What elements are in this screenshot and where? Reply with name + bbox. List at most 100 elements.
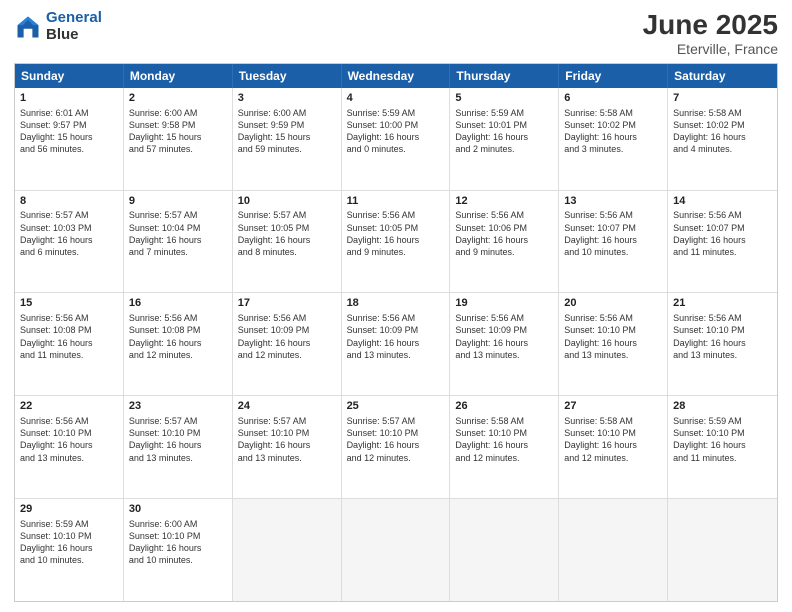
logo-line1: General	[46, 9, 102, 26]
calendar-cell: 4Sunrise: 5:59 AMSunset: 10:00 PMDayligh…	[342, 88, 451, 190]
day-info: Sunrise: 5:56 AMSunset: 10:09 PMDaylight…	[347, 312, 445, 361]
day-info: Sunrise: 5:56 AMSunset: 10:08 PMDaylight…	[129, 312, 227, 361]
page-header: General Blue June 2025 Eterville, France	[14, 10, 778, 57]
calendar-header: SundayMondayTuesdayWednesdayThursdayFrid…	[15, 64, 777, 88]
day-number: 26	[455, 399, 553, 414]
day-number: 5	[455, 91, 553, 106]
day-info: Sunrise: 5:56 AMSunset: 10:10 PMDaylight…	[20, 415, 118, 464]
day-number: 20	[564, 296, 662, 311]
day-number: 3	[238, 91, 336, 106]
day-number: 10	[238, 194, 336, 209]
day-number: 7	[673, 91, 772, 106]
day-number: 27	[564, 399, 662, 414]
day-number: 4	[347, 91, 445, 106]
calendar-cell: 27Sunrise: 5:58 AMSunset: 10:10 PMDaylig…	[559, 396, 668, 498]
calendar-cell	[450, 499, 559, 601]
calendar-cell: 20Sunrise: 5:56 AMSunset: 10:10 PMDaylig…	[559, 293, 668, 395]
calendar-cell: 1Sunrise: 6:01 AMSunset: 9:57 PMDaylight…	[15, 88, 124, 190]
day-number: 29	[20, 502, 118, 517]
calendar-cell: 2Sunrise: 6:00 AMSunset: 9:58 PMDaylight…	[124, 88, 233, 190]
calendar-cell	[342, 499, 451, 601]
day-info: Sunrise: 5:59 AMSunset: 10:01 PMDaylight…	[455, 107, 553, 156]
day-info: Sunrise: 5:58 AMSunset: 10:02 PMDaylight…	[564, 107, 662, 156]
main-title: June 2025	[643, 10, 778, 41]
calendar-cell: 29Sunrise: 5:59 AMSunset: 10:10 PMDaylig…	[15, 499, 124, 601]
day-number: 22	[20, 399, 118, 414]
calendar: SundayMondayTuesdayWednesdayThursdayFrid…	[14, 63, 778, 602]
calendar-cell: 9Sunrise: 5:57 AMSunset: 10:04 PMDayligh…	[124, 191, 233, 293]
calendar-row: 15 Sunrise: 5:56 AMSunset: 10:08 PMDaylig…	[15, 293, 777, 396]
calendar-cell: 21Sunrise: 5:56 AMSunset: 10:10 PMDaylig…	[668, 293, 777, 395]
day-info: Sunrise: 5:57 AMSunset: 10:10 PMDaylight…	[238, 415, 336, 464]
calendar-row: 22Sunrise: 5:56 AMSunset: 10:10 PMDaylig…	[15, 396, 777, 499]
day-info: Sunrise: 6:00 AMSunset: 10:10 PMDaylight…	[129, 518, 227, 567]
calendar-cell: 25Sunrise: 5:57 AMSunset: 10:10 PMDaylig…	[342, 396, 451, 498]
calendar-row: 8Sunrise: 5:57 AMSunset: 10:03 PMDayligh…	[15, 191, 777, 294]
day-info: Sunrise: 5:59 AMSunset: 10:00 PMDaylight…	[347, 107, 445, 156]
day-info: Sunrise: 5:56 AMSunset: 10:07 PMDaylight…	[673, 209, 772, 258]
calendar-cell: 13Sunrise: 5:56 AMSunset: 10:07 PMDaylig…	[559, 191, 668, 293]
header-day-tuesday: Tuesday	[233, 64, 342, 88]
day-number: 15	[20, 296, 118, 311]
calendar-cell: 17Sunrise: 5:56 AMSunset: 10:09 PMDaylig…	[233, 293, 342, 395]
calendar-cell: 30Sunrise: 6:00 AMSunset: 10:10 PMDaylig…	[124, 499, 233, 601]
day-number: 28	[673, 399, 772, 414]
day-number: 14	[673, 194, 772, 209]
logo-line2: Blue	[46, 27, 102, 44]
logo-text: General Blue	[46, 10, 102, 43]
day-info: Sunrise: 5:56 AMSunset: 10:09 PMDaylight…	[455, 312, 553, 361]
calendar-row: 1Sunrise: 6:01 AMSunset: 9:57 PMDaylight…	[15, 88, 777, 191]
calendar-row: 29Sunrise: 5:59 AMSunset: 10:10 PMDaylig…	[15, 499, 777, 601]
day-number: 1	[20, 91, 118, 106]
day-info: Sunrise: 5:57 AMSunset: 10:03 PMDaylight…	[20, 209, 118, 258]
day-info: Sunrise: 5:57 AMSunset: 10:04 PMDaylight…	[129, 209, 227, 258]
day-info: Sunrise: 6:01 AMSunset: 9:57 PMDaylight:…	[20, 107, 118, 156]
calendar-cell: 22Sunrise: 5:56 AMSunset: 10:10 PMDaylig…	[15, 396, 124, 498]
calendar-cell: 12Sunrise: 5:56 AMSunset: 10:06 PMDaylig…	[450, 191, 559, 293]
header-day-friday: Friday	[559, 64, 668, 88]
day-number: 12	[455, 194, 553, 209]
calendar-body: 1Sunrise: 6:01 AMSunset: 9:57 PMDaylight…	[15, 88, 777, 601]
day-number: 6	[564, 91, 662, 106]
day-number: 16	[129, 296, 227, 311]
day-number: 30	[129, 502, 227, 517]
calendar-cell: 24Sunrise: 5:57 AMSunset: 10:10 PMDaylig…	[233, 396, 342, 498]
calendar-cell: 26Sunrise: 5:58 AMSunset: 10:10 PMDaylig…	[450, 396, 559, 498]
header-day-thursday: Thursday	[450, 64, 559, 88]
day-number: 25	[347, 399, 445, 414]
day-number: 9	[129, 194, 227, 209]
calendar-cell: 23Sunrise: 5:57 AMSunset: 10:10 PMDaylig…	[124, 396, 233, 498]
calendar-cell: 8Sunrise: 5:57 AMSunset: 10:03 PMDayligh…	[15, 191, 124, 293]
day-info: Sunrise: 5:56 AMSunset: 10:09 PMDaylight…	[238, 312, 336, 361]
day-info: Sunrise: 6:00 AMSunset: 9:59 PMDaylight:…	[238, 107, 336, 156]
day-number: 18	[347, 296, 445, 311]
header-day-wednesday: Wednesday	[342, 64, 451, 88]
calendar-cell: 5Sunrise: 5:59 AMSunset: 10:01 PMDayligh…	[450, 88, 559, 190]
day-info: Sunrise: 5:56 AMSunset: 10:07 PMDaylight…	[564, 209, 662, 258]
day-number: 8	[20, 194, 118, 209]
calendar-cell: 16Sunrise: 5:56 AMSunset: 10:08 PMDaylig…	[124, 293, 233, 395]
calendar-cell: 19Sunrise: 5:56 AMSunset: 10:09 PMDaylig…	[450, 293, 559, 395]
day-number: 11	[347, 194, 445, 209]
day-info: Sunrise: 5:58 AMSunset: 10:10 PMDaylight…	[455, 415, 553, 464]
calendar-cell: 10Sunrise: 5:57 AMSunset: 10:05 PMDaylig…	[233, 191, 342, 293]
calendar-cell	[559, 499, 668, 601]
calendar-cell: 28Sunrise: 5:59 AMSunset: 10:10 PMDaylig…	[668, 396, 777, 498]
calendar-cell: 3Sunrise: 6:00 AMSunset: 9:59 PMDaylight…	[233, 88, 342, 190]
day-number: 23	[129, 399, 227, 414]
calendar-cell	[668, 499, 777, 601]
day-number: 21	[673, 296, 772, 311]
calendar-cell: 18Sunrise: 5:56 AMSunset: 10:09 PMDaylig…	[342, 293, 451, 395]
day-info: Sunrise: 5:57 AMSunset: 10:05 PMDaylight…	[238, 209, 336, 258]
day-info: Sunrise: 5:59 AMSunset: 10:10 PMDaylight…	[20, 518, 118, 567]
day-number: 13	[564, 194, 662, 209]
calendar-cell: 7Sunrise: 5:58 AMSunset: 10:02 PMDayligh…	[668, 88, 777, 190]
day-info: Sunrise: 6:00 AMSunset: 9:58 PMDaylight:…	[129, 107, 227, 156]
calendar-cell: 6Sunrise: 5:58 AMSunset: 10:02 PMDayligh…	[559, 88, 668, 190]
day-info: Sunrise: 5:56 AMSunset: 10:10 PMDaylight…	[673, 312, 772, 361]
header-day-sunday: Sunday	[15, 64, 124, 88]
calendar-cell: 11Sunrise: 5:56 AMSunset: 10:05 PMDaylig…	[342, 191, 451, 293]
calendar-cell: 14Sunrise: 5:56 AMSunset: 10:07 PMDaylig…	[668, 191, 777, 293]
day-info: Sunrise: 5:58 AMSunset: 10:02 PMDaylight…	[673, 107, 772, 156]
day-info: Sunrise: 5:56 AMSunset: 10:05 PMDaylight…	[347, 209, 445, 258]
